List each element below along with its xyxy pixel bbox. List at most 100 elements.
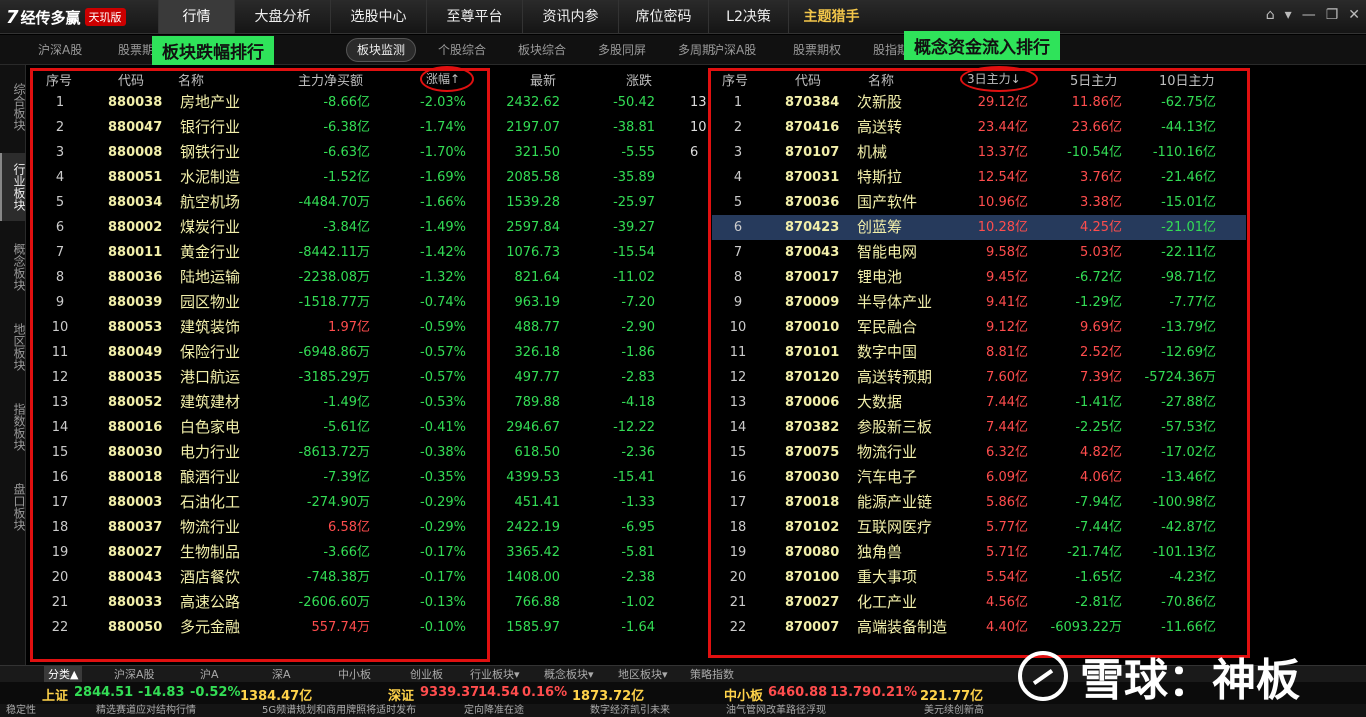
logo-mark-icon: 7 xyxy=(6,6,19,28)
subtab-multi-period[interactable]: 多周期 xyxy=(678,41,714,58)
zxb-name: 中小板 xyxy=(724,689,764,704)
xueqiu-logo-icon xyxy=(1018,651,1068,701)
subtab-sector-overview[interactable]: 板块综合 xyxy=(518,41,566,58)
cell-last: 2085.58 xyxy=(506,170,560,185)
news-item[interactable]: 数字经济凯引未来 xyxy=(590,704,670,717)
cell-chg: -7.20 xyxy=(621,295,655,310)
bottom-tab-4[interactable]: 中小板 xyxy=(338,666,371,683)
cell-last: 2197.07 xyxy=(506,120,560,135)
cell-last: 766.88 xyxy=(514,595,561,610)
watermark-text: 雪球：神板 xyxy=(1080,655,1300,706)
news-item[interactable]: 5G频谱规划和商用牌照将适时发布 xyxy=(262,704,416,717)
restore-icon[interactable]: ❐ xyxy=(1326,7,1339,23)
subtab-sector-monitor[interactable]: 板块监测 xyxy=(346,38,417,62)
edition-badge: 天玑版 xyxy=(84,8,126,26)
subtab-hs-a-2[interactable]: 沪深A股 xyxy=(712,41,756,58)
subtab-stock-overview[interactable]: 个股综合 xyxy=(438,41,486,58)
cell-last: 4399.53 xyxy=(506,470,560,485)
mainnav-item-2[interactable]: 选股中心 xyxy=(330,0,426,34)
home-icon[interactable]: ⌂ xyxy=(1266,7,1275,23)
news-item[interactable]: 精选赛道应对结构行情 xyxy=(96,704,196,717)
cell-chg: -4.18 xyxy=(621,395,655,410)
sh-change: -14.83 xyxy=(138,685,185,700)
sz-name: 深证 xyxy=(388,689,415,704)
mainnav-item-1[interactable]: 大盘分析 xyxy=(234,0,330,34)
cell-chg: -25.97 xyxy=(613,195,655,210)
bottom-tab-6[interactable]: 行业板块▾ xyxy=(470,666,520,683)
sh-pct: -0.52% xyxy=(190,685,241,700)
vnav-item-3[interactable]: 地区板块 xyxy=(0,313,26,381)
cell-last: 1585.97 xyxy=(506,620,560,635)
cell-chg: -1.64 xyxy=(621,620,655,635)
cell-chg: -35.89 xyxy=(613,170,655,185)
left-highlight-box xyxy=(30,68,490,662)
vnav-item-5[interactable]: 盘口板块 xyxy=(0,473,26,541)
col-last[interactable]: 最新 xyxy=(530,70,556,89)
vnav-item-4[interactable]: 指数板块 xyxy=(0,393,26,461)
news-item[interactable]: 油气管网改革路径浮现 xyxy=(726,704,826,717)
bottom-tab-2[interactable]: 沪A xyxy=(200,666,219,683)
cell-last: 1408.00 xyxy=(506,570,560,585)
mainnav-item-4[interactable]: 资讯内参 xyxy=(522,0,618,34)
cell-last: 2422.19 xyxy=(506,520,560,535)
cell-chg: -2.36 xyxy=(621,445,655,460)
cell-chg: -1.86 xyxy=(621,345,655,360)
bottom-tab-9[interactable]: 策略指数 xyxy=(690,666,734,683)
sector-type-nav: 综合板块行业板块概念板块地区板块指数板块盘口板块 xyxy=(0,65,26,665)
vnav-item-1[interactable]: 行业板块 xyxy=(0,153,26,221)
cell-chg: -2.38 xyxy=(621,570,655,585)
close-icon[interactable]: ✕ xyxy=(1348,7,1360,23)
cell-chg: -12.22 xyxy=(613,420,655,435)
top-bar: 7 经传多赢 天玑版 行情 大盘分析 选股中心 至尊平台 资讯内参 席位密码 L2决策 主题猎… xyxy=(0,0,1366,34)
subtab-hs-a[interactable]: 沪深A股 xyxy=(38,41,82,58)
cell-chg: -5.81 xyxy=(621,545,655,560)
news-item[interactable]: 美元续创新高 xyxy=(924,704,984,717)
zxb-pct: 0.21% xyxy=(872,685,918,700)
sh-amount: 1384.47亿 xyxy=(240,689,313,704)
bottom-tab-1[interactable]: 沪深A股 xyxy=(114,666,155,683)
subtab-options-2[interactable]: 股票期权 xyxy=(793,41,841,58)
bottom-tab-7[interactable]: 概念板块▾ xyxy=(544,666,594,683)
app-logo: 7 经传多赢 天玑版 xyxy=(6,6,126,28)
cell-chg: -2.83 xyxy=(621,370,655,385)
zxb-change: 13.79 xyxy=(830,685,872,700)
sz-pct: 0.16% xyxy=(522,685,568,700)
menu-icon[interactable]: ▾ xyxy=(1285,7,1292,23)
cell-chg: -1.02 xyxy=(621,595,655,610)
news-item[interactable]: 稳定性 xyxy=(6,704,36,717)
mainnav-item-3[interactable]: 至尊平台 xyxy=(426,0,522,34)
vnav-item-0[interactable]: 综合板块 xyxy=(0,73,26,141)
cell-chg: -15.54 xyxy=(613,245,655,260)
cell-ext: 6 xyxy=(690,145,699,160)
bottom-tab-3[interactable]: 深A xyxy=(272,666,291,683)
cell-chg: -6.95 xyxy=(621,520,655,535)
pct-header-circle xyxy=(420,66,474,92)
minimize-icon[interactable]: — xyxy=(1302,7,1316,23)
xueqiu-watermark: 雪球：神板 xyxy=(1018,646,1358,706)
zxb-value: 6460.88 xyxy=(768,685,828,700)
left-annotation-label: 板块跌幅排行 xyxy=(152,36,274,65)
mainnav-item-5[interactable]: 席位密码 xyxy=(618,0,708,34)
cell-chg: -15.41 xyxy=(613,470,655,485)
sz-amount: 1873.72亿 xyxy=(572,689,645,704)
cell-chg: -50.42 xyxy=(613,95,655,110)
bottom-tab-5[interactable]: 创业板 xyxy=(410,666,443,683)
mainnav-item-7[interactable]: 主题猎手 xyxy=(788,0,874,34)
mainnav-item-0[interactable]: 行情 xyxy=(158,0,234,34)
cell-last: 2946.67 xyxy=(506,420,560,435)
sh-value: 2844.51 xyxy=(74,685,134,700)
cell-last: 326.18 xyxy=(514,345,561,360)
sh-name: 上证 xyxy=(42,689,69,704)
bottom-tab-0[interactable]: 分类▲ xyxy=(44,666,83,683)
mainnav-item-6[interactable]: L2决策 xyxy=(708,0,788,34)
news-item[interactable]: 定向降准在途 xyxy=(464,704,524,717)
bottom-tab-8[interactable]: 地区板块▾ xyxy=(618,666,668,683)
cell-ext: 10 xyxy=(690,120,707,135)
vnav-item-2[interactable]: 概念板块 xyxy=(0,233,26,301)
col-change[interactable]: 涨跌 xyxy=(626,70,652,89)
3day-header-circle xyxy=(960,66,1038,92)
cell-last: 2597.84 xyxy=(506,220,560,235)
subtab-multi-stock[interactable]: 多股同屏 xyxy=(598,41,646,58)
cell-last: 451.41 xyxy=(514,495,561,510)
cell-last: 3365.42 xyxy=(506,545,560,560)
